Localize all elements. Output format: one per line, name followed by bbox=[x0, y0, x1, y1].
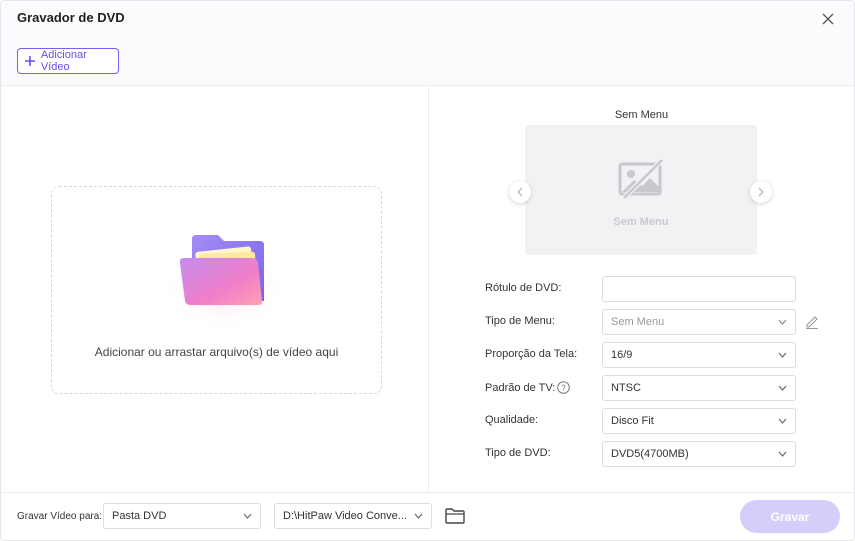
close-icon[interactable] bbox=[818, 9, 838, 29]
chevron-down-icon bbox=[778, 418, 787, 424]
menu-type-value: Sem Menu bbox=[611, 316, 665, 328]
burn-button[interactable]: Gravar bbox=[740, 500, 840, 533]
save-to-label: Gravar Vídeo para: bbox=[17, 511, 103, 522]
quality-row: Qualidade: Disco Fit bbox=[430, 408, 854, 434]
dvd-type-row: Tipo de DVD: DVD5(4700MB) bbox=[430, 441, 854, 467]
dvd-label-input[interactable] bbox=[602, 276, 796, 302]
quality-label: Qualidade: bbox=[485, 414, 539, 426]
dropzone-hint: Adicionar ou arrastar arquivo(s) de víde… bbox=[94, 345, 339, 359]
tv-standard-select[interactable]: NTSC bbox=[602, 375, 796, 401]
help-icon[interactable]: ? bbox=[557, 381, 571, 394]
chevron-down-icon bbox=[243, 513, 252, 519]
dvd-type-label: Tipo de DVD: bbox=[485, 447, 551, 459]
dvd-type-value: DVD5(4700MB) bbox=[611, 448, 689, 460]
dialog-header: Gravador de DVD Adicionar Vídeo bbox=[1, 1, 854, 86]
chevron-down-icon bbox=[778, 352, 787, 358]
chevron-down-icon bbox=[414, 513, 423, 519]
tv-standard-value: NTSC bbox=[611, 382, 641, 394]
preview-prev-button[interactable] bbox=[509, 181, 531, 203]
aspect-ratio-select[interactable]: 16/9 bbox=[602, 342, 796, 368]
dvd-type-select[interactable]: DVD5(4700MB) bbox=[602, 441, 796, 467]
aspect-ratio-value: 16/9 bbox=[611, 349, 633, 361]
menu-type-label: Tipo de Menu: bbox=[485, 315, 555, 327]
menu-preview: Sem Menu bbox=[525, 125, 757, 255]
dvd-burner-dialog: Gravador de DVD Adicionar Vídeo Adiciona… bbox=[0, 0, 855, 541]
menu-preview-title: Sem Menu bbox=[614, 109, 669, 121]
plus-icon bbox=[24, 56, 35, 66]
no-image-icon bbox=[618, 158, 664, 200]
chevron-down-icon bbox=[778, 385, 787, 391]
output-type-select[interactable]: Pasta DVD bbox=[103, 503, 261, 529]
chevron-left-icon bbox=[517, 187, 523, 197]
tv-standard-label-group: Padrão de TV: ? bbox=[485, 381, 571, 394]
folder-icon[interactable] bbox=[444, 507, 466, 525]
svg-text:?: ? bbox=[562, 384, 567, 393]
video-dropzone[interactable]: Adicionar ou arrastar arquivo(s) de víde… bbox=[51, 186, 382, 394]
tv-standard-row: Padrão de TV: ? NTSC bbox=[430, 375, 854, 401]
dialog-title: Gravador de DVD bbox=[17, 10, 125, 25]
folder-illustration-icon bbox=[164, 235, 284, 327]
preview-next-button[interactable] bbox=[750, 181, 772, 203]
dvd-label-row: Rótulo de DVD: bbox=[430, 276, 854, 302]
tv-standard-label: Padrão de TV: bbox=[485, 381, 556, 394]
settings-pane: Sem Menu Sem Menu Rótulo de DVD: Tipo de… bbox=[430, 87, 854, 492]
chevron-down-icon bbox=[778, 319, 787, 325]
output-path-select[interactable]: D:\HitPaw Video Conve... bbox=[274, 503, 432, 529]
dialog-footer: Gravar Vídeo para: Pasta DVD D:\HitPaw V… bbox=[1, 492, 854, 540]
aspect-ratio-row: Proporção da Tela: 16/9 bbox=[430, 342, 854, 368]
quality-value: Disco Fit bbox=[611, 415, 654, 427]
output-type-value: Pasta DVD bbox=[112, 510, 167, 522]
menu-preview-placeholder: Sem Menu bbox=[613, 216, 669, 228]
dvd-label-label: Rótulo de DVD: bbox=[485, 282, 562, 294]
quality-select[interactable]: Disco Fit bbox=[602, 408, 796, 434]
video-list-pane: Adicionar ou arrastar arquivo(s) de víde… bbox=[1, 87, 429, 492]
edit-icon[interactable] bbox=[804, 313, 820, 329]
add-video-label: Adicionar Vídeo bbox=[40, 49, 87, 73]
menu-type-row: Tipo de Menu: Sem Menu bbox=[430, 309, 854, 335]
aspect-ratio-label: Proporção da Tela: bbox=[485, 348, 578, 360]
output-path-value: D:\HitPaw Video Conve... bbox=[283, 510, 407, 522]
add-video-button[interactable]: Adicionar Vídeo bbox=[17, 48, 119, 74]
chevron-down-icon bbox=[778, 451, 787, 457]
menu-type-select[interactable]: Sem Menu bbox=[602, 309, 796, 335]
chevron-right-icon bbox=[758, 187, 764, 197]
